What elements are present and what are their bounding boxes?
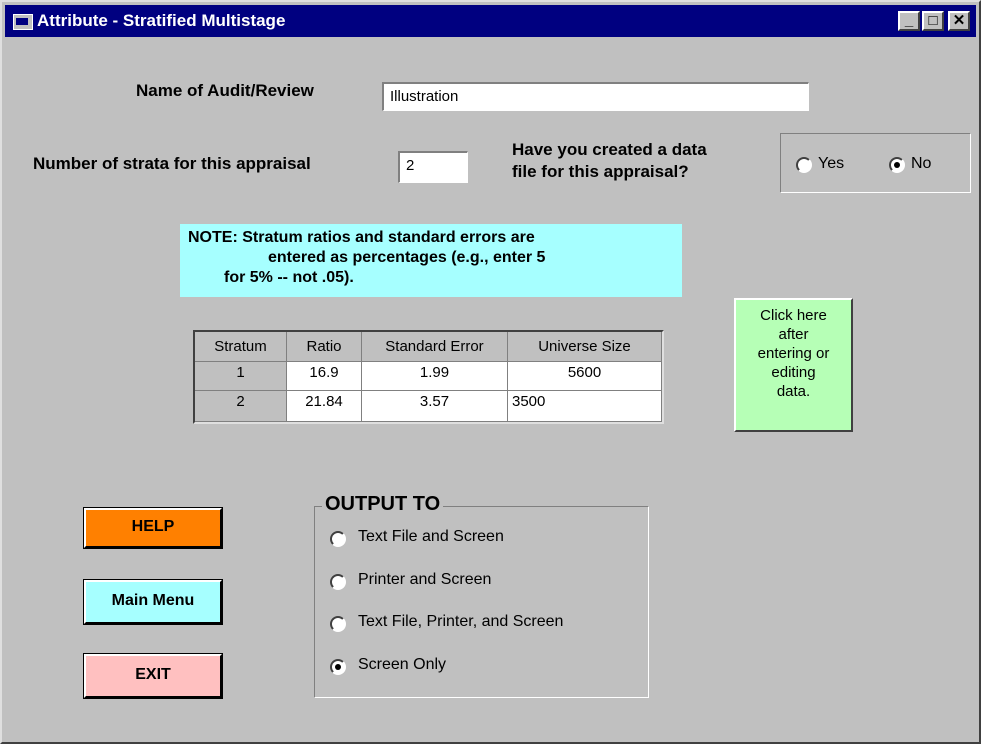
update-line3: entering or xyxy=(757,345,830,362)
output-all-radio[interactable] xyxy=(330,616,346,632)
grid-header-universe-size: Universe Size xyxy=(508,332,662,362)
strata-grid[interactable]: Stratum Ratio Standard Error Universe Si… xyxy=(193,330,664,424)
grid-cell[interactable]: 5600 xyxy=(508,362,662,391)
update-line4: editing xyxy=(771,364,816,381)
grid-header-ratio: Ratio xyxy=(287,332,362,362)
grid-header-standard-error: Standard Error xyxy=(362,332,508,362)
title-bar[interactable]: Attribute - Stratified Multistage _ □ ✕ xyxy=(5,5,976,37)
output-text-screen-radio[interactable] xyxy=(330,531,346,547)
output-legend: OUTPUT TO xyxy=(322,493,444,516)
close-button[interactable]: ✕ xyxy=(948,11,970,31)
update-data-button[interactable]: Click here after entering or editing dat… xyxy=(734,298,853,432)
datafile-no-label: No xyxy=(911,155,932,172)
grid-cell[interactable]: 3.57 xyxy=(362,391,508,422)
maximize-button[interactable]: □ xyxy=(922,11,944,31)
strata-count-label: Number of strata for this appraisal xyxy=(33,154,311,173)
output-printer-screen-radio[interactable] xyxy=(330,574,346,590)
datafile-yes-radio[interactable] xyxy=(796,157,812,173)
window-title: Attribute - Stratified Multistage xyxy=(37,11,286,30)
output-all-label: Text File, Printer, and Screen xyxy=(358,613,564,630)
output-screen-only-label: Screen Only xyxy=(358,656,447,673)
strata-count-input[interactable]: 2 xyxy=(398,151,468,183)
grid-header-stratum: Stratum xyxy=(195,332,287,362)
update-line1: Click here xyxy=(760,307,827,324)
datafile-question-line2: file for this appraisal? xyxy=(512,162,689,181)
minimize-button[interactable]: _ xyxy=(898,11,920,31)
datafile-no-radio[interactable] xyxy=(889,157,905,173)
update-line2: after xyxy=(778,326,809,343)
datafile-yes-label: Yes xyxy=(818,155,845,172)
grid-row-header: 2 xyxy=(195,391,287,422)
help-button[interactable]: HELP xyxy=(83,507,223,549)
exit-button[interactable]: EXIT xyxy=(83,653,223,699)
audit-name-input[interactable]: Illustration xyxy=(382,82,809,111)
audit-name-label: Name of Audit/Review xyxy=(136,81,314,100)
grid-cell-editing[interactable]: 3500 xyxy=(508,391,662,422)
update-line5: data. xyxy=(776,383,811,400)
datafile-question-line1: Have you created a data xyxy=(512,140,707,159)
grid-cell[interactable]: 1.99 xyxy=(362,362,508,391)
note-line2: entered as percentages (e.g., enter 5 xyxy=(268,249,546,266)
grid-cell[interactable]: 21.84 xyxy=(287,391,362,422)
note-line3: for 5% -- not .05). xyxy=(224,269,354,286)
app-window: Attribute - Stratified Multistage _ □ ✕ … xyxy=(0,0,981,744)
grid-cell[interactable]: 16.9 xyxy=(287,362,362,391)
output-text-screen-label: Text File and Screen xyxy=(358,528,504,545)
app-icon xyxy=(13,14,33,30)
output-screen-only-radio[interactable] xyxy=(330,659,346,675)
output-printer-screen-label: Printer and Screen xyxy=(358,571,492,588)
grid-row-header: 1 xyxy=(195,362,287,391)
note-line1: NOTE: Stratum ratios and standard errors… xyxy=(188,229,535,246)
note-box: NOTE: Stratum ratios and standard errors… xyxy=(180,224,682,297)
main-menu-button[interactable]: Main Menu xyxy=(83,579,223,625)
